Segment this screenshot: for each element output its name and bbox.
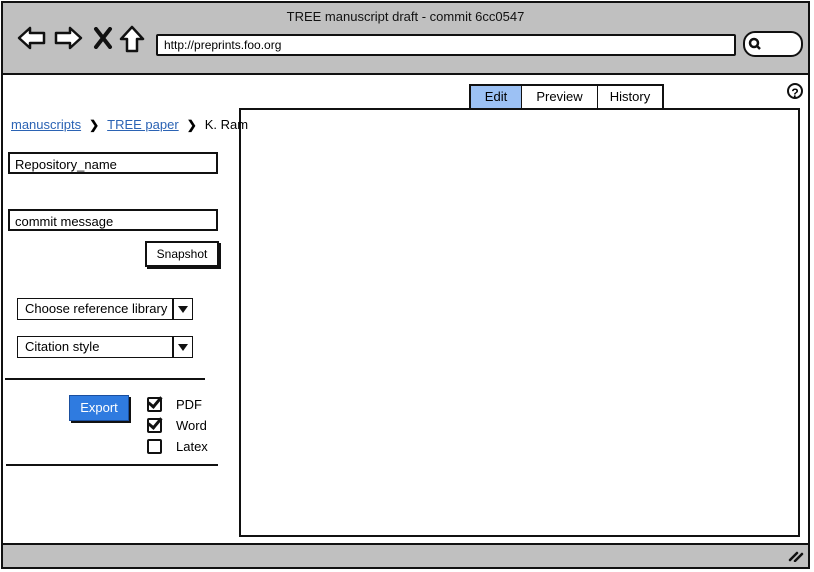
breadcrumb-manuscripts[interactable]: manuscripts — [11, 117, 81, 132]
chevron-right-icon: ❯ — [186, 117, 197, 132]
search-icon — [748, 37, 761, 50]
tab-history[interactable]: History — [598, 86, 662, 108]
breadcrumb-current: K. Ram — [204, 117, 249, 132]
window-title: TREE manuscript draft - commit 6cc0547 — [286, 9, 525, 24]
checkbox-unchecked-icon[interactable] — [147, 439, 162, 454]
chevron-down-icon[interactable] — [172, 299, 192, 319]
citation-style-select[interactable]: Citation style — [17, 336, 193, 358]
tab-edit[interactable]: Edit — [471, 86, 522, 108]
chevron-right-icon: ❯ — [89, 117, 100, 132]
browser-window: TREE manuscript draft - commit 6cc0547 h… — [1, 1, 810, 569]
url-field[interactable]: http://preprints.foo.org — [156, 34, 736, 56]
forward-arrow-icon[interactable] — [53, 25, 83, 51]
breadcrumb: manuscripts ❯ TREE paper ❯ K. Ram — [11, 117, 248, 132]
reference-library-select[interactable]: Choose reference library — [17, 298, 193, 320]
editor-area[interactable] — [239, 108, 800, 537]
format-label: Word — [176, 418, 207, 433]
search-field[interactable] — [743, 31, 803, 57]
tab-bar: Edit Preview History — [469, 84, 664, 108]
format-label: PDF — [176, 397, 202, 412]
format-word[interactable]: Word — [147, 418, 207, 433]
back-arrow-icon[interactable] — [17, 25, 47, 51]
snapshot-button[interactable]: Snapshot — [145, 241, 219, 267]
divider — [5, 378, 205, 380]
reference-library-value: Choose reference library — [25, 301, 168, 316]
status-bar — [3, 543, 808, 567]
repository-name-input[interactable]: Repository_name — [8, 152, 218, 174]
commit-message-input[interactable]: commit message — [8, 209, 218, 231]
resize-grip-icon[interactable] — [788, 550, 804, 562]
divider — [6, 464, 218, 466]
title-bar: TREE manuscript draft - commit 6cc0547 h… — [3, 3, 808, 75]
chevron-down-icon[interactable] — [172, 337, 192, 357]
format-pdf[interactable]: PDF — [147, 397, 202, 412]
format-label: Latex — [176, 439, 208, 454]
breadcrumb-tree-paper[interactable]: TREE paper — [107, 117, 179, 132]
close-x-icon[interactable] — [93, 27, 113, 49]
citation-style-value: Citation style — [25, 339, 100, 354]
format-latex[interactable]: Latex — [147, 439, 208, 454]
tab-preview[interactable]: Preview — [522, 86, 598, 108]
help-icon[interactable]: ? — [787, 83, 803, 100]
checkbox-checked-icon[interactable] — [147, 397, 162, 412]
export-button[interactable]: Export — [69, 395, 129, 421]
checkbox-checked-icon[interactable] — [147, 418, 162, 433]
home-icon[interactable] — [119, 25, 145, 53]
